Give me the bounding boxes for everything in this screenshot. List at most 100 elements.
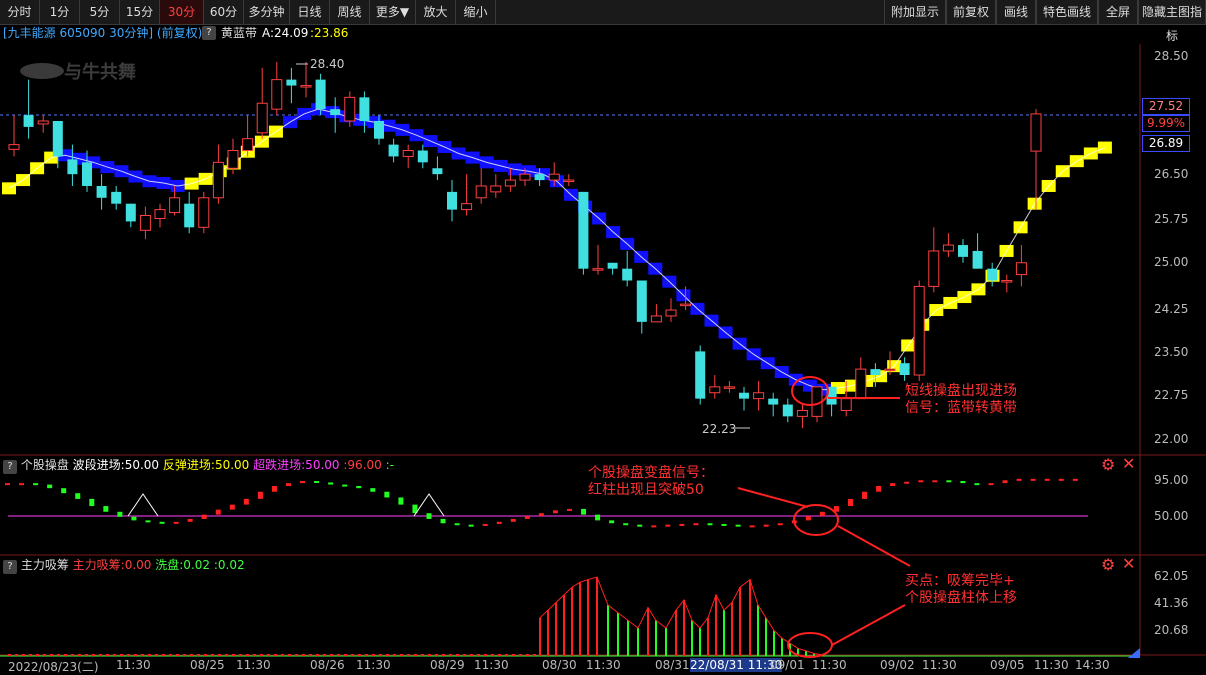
time-label-12: 09/01 bbox=[770, 658, 805, 672]
toolbar-right-button-4[interactable]: 全屏 bbox=[1098, 0, 1138, 24]
candle bbox=[212, 144, 224, 204]
panel2-bar bbox=[33, 483, 39, 486]
band-segment bbox=[943, 296, 958, 309]
time-label-14: 09/02 bbox=[880, 658, 915, 672]
panel2-bar bbox=[468, 524, 474, 527]
band-segment bbox=[788, 373, 803, 386]
candle bbox=[928, 227, 940, 293]
band-segment bbox=[156, 177, 171, 190]
panel2-tick-1: 50.00 bbox=[1154, 509, 1189, 523]
panel2-value-5: :- bbox=[385, 458, 394, 472]
candle bbox=[330, 97, 341, 133]
time-label-18: 14:30 bbox=[1075, 658, 1110, 672]
panel2-bar bbox=[426, 513, 432, 519]
panel2-value-3: 超跌进场:50.00 bbox=[253, 458, 340, 472]
period-button-9[interactable]: 更多▼ bbox=[370, 0, 416, 24]
panel3-help-button[interactable]: ? bbox=[3, 560, 17, 574]
candle bbox=[650, 304, 662, 323]
toolbar-right-button-0[interactable]: 附加显示 bbox=[884, 0, 946, 24]
band-segment bbox=[184, 177, 199, 190]
panel3-close-icon[interactable]: ✕ bbox=[1122, 556, 1135, 572]
period-button-11[interactable]: 缩小 bbox=[456, 0, 496, 24]
panel2-bar bbox=[791, 520, 797, 524]
candle bbox=[67, 144, 78, 186]
candlestick-chart[interactable]: 与牛共舞 bbox=[0, 0, 1206, 675]
candle bbox=[665, 298, 677, 322]
price-tick-9: 22.00 bbox=[1154, 432, 1189, 446]
period-button-6[interactable]: 多分钟 bbox=[244, 0, 290, 24]
period-button-4[interactable]: 30分 bbox=[160, 0, 204, 24]
panel3-name[interactable]: 主力吸筹 bbox=[21, 558, 69, 572]
panel2-bar bbox=[412, 504, 418, 514]
stock-title[interactable]: [九丰能源 605090 30分钟] (前复权) bbox=[3, 24, 202, 43]
period-button-8[interactable]: 周线 bbox=[330, 0, 370, 24]
band-segment bbox=[578, 200, 593, 213]
panel3-gear-icon[interactable]: ⚙ bbox=[1101, 557, 1115, 573]
panel2-gear-icon[interactable]: ⚙ bbox=[1101, 457, 1115, 473]
indicator-name[interactable]: 黄蓝带 bbox=[221, 24, 257, 43]
band-segment bbox=[507, 163, 522, 176]
band-segment bbox=[662, 275, 677, 288]
band-segment bbox=[212, 165, 227, 178]
candle bbox=[227, 138, 239, 175]
toolbar-right-button-1[interactable]: 前复权 bbox=[946, 0, 996, 24]
candle bbox=[256, 67, 268, 139]
band-segment bbox=[774, 366, 789, 379]
candle bbox=[111, 185, 122, 210]
candle bbox=[592, 245, 604, 275]
panel2-close-icon[interactable]: ✕ bbox=[1122, 456, 1135, 472]
time-label-17: 11:30 bbox=[1034, 658, 1069, 672]
yellow-blue-band bbox=[2, 103, 1112, 396]
band-segment bbox=[620, 237, 635, 250]
period-button-3[interactable]: 15分 bbox=[120, 0, 160, 24]
candle bbox=[8, 115, 20, 157]
panel2-bar bbox=[131, 516, 137, 521]
period-button-2[interactable]: 5分 bbox=[80, 0, 120, 24]
candle bbox=[695, 345, 706, 405]
time-label-2: 08/25 bbox=[190, 658, 225, 672]
period-button-1[interactable]: 1分 bbox=[40, 0, 80, 24]
panel2-bar bbox=[819, 511, 825, 517]
band-segment bbox=[465, 151, 480, 164]
panel2-value-1: 波段进场:50.00 bbox=[72, 458, 160, 472]
price-tick-7: 23.50 bbox=[1154, 345, 1189, 359]
band-segment bbox=[72, 152, 87, 165]
panel2-bar bbox=[524, 516, 530, 519]
candle bbox=[972, 233, 983, 269]
panel2-bar bbox=[103, 506, 109, 512]
period-button-7[interactable]: 日线 bbox=[290, 0, 330, 24]
band-segment bbox=[859, 374, 874, 387]
panel2-help-button[interactable]: ? bbox=[3, 460, 17, 474]
band-segment bbox=[226, 157, 241, 170]
panel2-bar bbox=[862, 491, 868, 499]
panel2-bar bbox=[693, 523, 699, 526]
band-segment bbox=[30, 162, 45, 175]
period-button-10[interactable]: 放大 bbox=[416, 0, 456, 24]
period-button-0[interactable]: 分时 bbox=[0, 0, 40, 24]
panel2-bar bbox=[187, 518, 193, 522]
panel2-bar bbox=[1016, 478, 1022, 481]
panel3-value-3: :0.02 bbox=[213, 558, 245, 572]
panel2-bar bbox=[848, 498, 853, 507]
candle bbox=[198, 191, 210, 234]
band-segment bbox=[521, 165, 536, 178]
toolbar-right-button-5[interactable]: 隐藏主图指标 bbox=[1138, 0, 1206, 43]
band-segment bbox=[535, 168, 550, 181]
band-segment bbox=[114, 165, 129, 178]
band-segment bbox=[254, 135, 269, 148]
panel2-name[interactable]: 个股操盘 bbox=[21, 458, 69, 472]
band-segment bbox=[1041, 179, 1056, 192]
toolbar-right-button-3[interactable]: 特色画线 bbox=[1036, 0, 1098, 24]
price-tick-5: 25.00 bbox=[1154, 255, 1189, 269]
indicator-help-button[interactable]: ? bbox=[202, 26, 216, 40]
annotation-buy-line1: 买点：吸筹完毕+ bbox=[905, 573, 1015, 589]
period-button-5[interactable]: 60分 bbox=[204, 0, 244, 24]
candle bbox=[96, 174, 107, 210]
panel2-bar bbox=[974, 483, 980, 486]
candle bbox=[548, 162, 560, 186]
panel2-header: ? 个股操盘 波段进场:50.00 反弹进场:50.00 超跌进场:50.00 … bbox=[3, 457, 394, 474]
toolbar-right-button-2[interactable]: 画线 bbox=[996, 0, 1036, 24]
panel2-bar bbox=[510, 518, 516, 522]
band-segment bbox=[845, 379, 859, 392]
candle bbox=[840, 380, 852, 417]
